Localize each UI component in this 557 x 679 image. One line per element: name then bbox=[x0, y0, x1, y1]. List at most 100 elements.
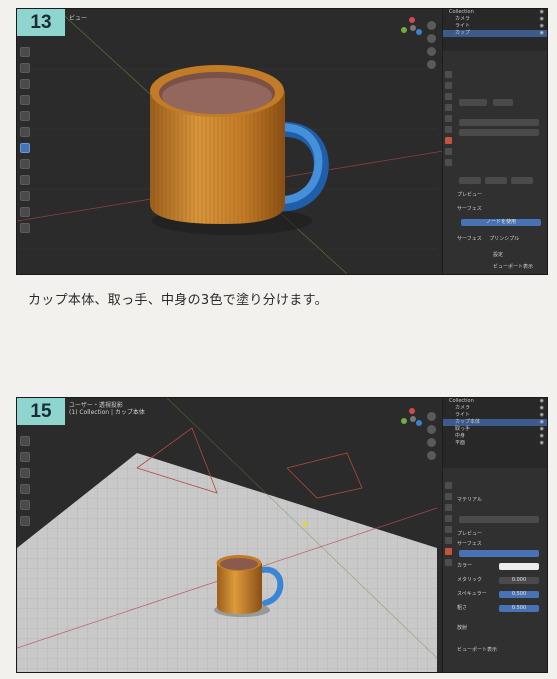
data-tab-icon[interactable] bbox=[445, 159, 452, 166]
origin-point bbox=[302, 521, 308, 527]
tool-shelf bbox=[20, 436, 32, 526]
outliner-row[interactable]: カメラ ◉ bbox=[443, 16, 547, 23]
surface-principled-row: サーフェス プリンシプル bbox=[457, 235, 543, 243]
measure-icon[interactable] bbox=[20, 516, 30, 526]
specular-value[interactable]: 0.500 bbox=[499, 591, 539, 598]
texture-tab-icon[interactable] bbox=[445, 148, 452, 155]
perspective-toggle-icon[interactable] bbox=[427, 60, 436, 69]
inset-icon[interactable] bbox=[20, 191, 30, 201]
output-tab-icon[interactable] bbox=[445, 93, 452, 100]
roughness-value[interactable]: 0.500 bbox=[499, 605, 539, 612]
output-tab-icon[interactable] bbox=[445, 504, 452, 511]
material-list[interactable] bbox=[459, 129, 539, 136]
viewport-display-label[interactable]: ビューポート表示 bbox=[493, 263, 543, 271]
viewport-header-label: ユーザー・透視投影 bbox=[69, 402, 123, 409]
loop-cut-icon[interactable] bbox=[20, 223, 30, 233]
viewport-header-sublabel: (1) Collection | カップ本体 bbox=[69, 409, 145, 416]
surface-shader-field[interactable] bbox=[459, 550, 539, 557]
move-icon[interactable] bbox=[20, 436, 30, 446]
hand-icon[interactable] bbox=[427, 425, 436, 434]
outliner-row[interactable]: 取っ手 ◉ bbox=[443, 426, 547, 433]
move-icon[interactable] bbox=[20, 47, 30, 57]
bevel-icon[interactable] bbox=[20, 207, 30, 217]
tool-tab-icon[interactable] bbox=[445, 482, 452, 489]
annotate-icon[interactable] bbox=[20, 111, 30, 121]
outliner-row[interactable]: カメラ ◉ bbox=[443, 405, 547, 412]
modifier-tab-icon[interactable] bbox=[445, 126, 452, 133]
render-tab-icon[interactable] bbox=[445, 493, 452, 500]
render-tab-icon[interactable] bbox=[445, 82, 452, 89]
outliner-row[interactable]: 平面 ◉ bbox=[443, 440, 547, 447]
slot-button[interactable] bbox=[511, 177, 533, 184]
outliner-row[interactable]: ライト ◉ bbox=[443, 23, 547, 30]
color-swatch[interactable] bbox=[499, 563, 539, 570]
settings-label[interactable]: 設定 bbox=[493, 251, 543, 259]
cursor-icon[interactable] bbox=[20, 95, 30, 105]
navigation-gizmo-icon[interactable] bbox=[401, 17, 423, 39]
cursor-icon[interactable] bbox=[20, 484, 30, 494]
properties-tabs bbox=[445, 71, 453, 166]
blender-screenshot-step-15: 15 ユーザー・透視投影 (1) Collection | カップ本体 Coll… bbox=[17, 398, 547, 672]
outliner-row-selected[interactable]: カップ本体 ◉ bbox=[443, 419, 547, 426]
material-slot[interactable] bbox=[459, 99, 487, 106]
outliner-row-selected[interactable]: カップ ◉ bbox=[443, 30, 547, 37]
tool-tab-icon[interactable] bbox=[445, 71, 452, 78]
material-list[interactable] bbox=[459, 119, 539, 126]
slot-button[interactable] bbox=[485, 177, 507, 184]
specular-label: スペキュラー bbox=[457, 591, 487, 597]
surface-label[interactable]: サーフェス bbox=[457, 205, 543, 213]
material-slot[interactable] bbox=[493, 99, 513, 106]
principled-field[interactable]: プリンシプル bbox=[489, 236, 519, 242]
scene-tab-icon[interactable] bbox=[445, 515, 452, 522]
transform-icon[interactable] bbox=[20, 159, 30, 169]
roughness-label: 粗さ bbox=[457, 605, 468, 611]
step-number-badge: 15 bbox=[17, 398, 65, 425]
use-nodes-button[interactable]: ノードを使用 bbox=[461, 219, 541, 226]
outliner: Collection ◉ カメラ ◉ ライト ◉ カップ本体 ◉ 取っ手 ◉ 中身 ◉ 平面… bbox=[443, 398, 547, 468]
rotate-icon[interactable] bbox=[20, 63, 30, 73]
metallic-value[interactable]: 0.000 bbox=[499, 577, 539, 584]
scene-tab-icon[interactable] bbox=[445, 104, 452, 111]
outliner-row[interactable]: ライト ◉ bbox=[443, 412, 547, 419]
viewport-nav-tools bbox=[427, 412, 437, 460]
scale-icon[interactable] bbox=[20, 468, 30, 478]
outliner-row[interactable]: Collection ◉ bbox=[443, 9, 547, 16]
surface-label[interactable]: サーフェス bbox=[457, 540, 543, 548]
camera-icon[interactable] bbox=[427, 47, 436, 56]
select-box-icon[interactable] bbox=[20, 143, 30, 153]
navigation-gizmo-icon[interactable] bbox=[401, 408, 423, 430]
outliner-row[interactable]: Collection ◉ bbox=[443, 398, 547, 405]
camera-icon[interactable] bbox=[427, 438, 436, 447]
step-caption: カップ本体、取っ手、中身の3色で塗り分けます。 bbox=[28, 293, 328, 308]
preview-label[interactable]: プレビュー bbox=[457, 530, 543, 538]
object-tab-icon[interactable] bbox=[445, 115, 452, 122]
color-label: カラー bbox=[457, 563, 473, 569]
preview-label[interactable]: プレビュー bbox=[457, 191, 543, 199]
perspective-toggle-icon[interactable] bbox=[427, 451, 436, 460]
blender-screenshot-step-13: 13 ビュー Collection ◉ カメラ ◉ ライト ◉ カップ ◉ プレ… bbox=[17, 9, 547, 274]
material-tab-icon[interactable] bbox=[445, 137, 452, 144]
emission-label[interactable]: 放射 bbox=[457, 624, 543, 632]
cup-contents bbox=[162, 78, 272, 114]
slot-button[interactable] bbox=[459, 177, 481, 184]
hand-icon[interactable] bbox=[427, 34, 436, 43]
outliner: Collection ◉ カメラ ◉ ライト ◉ カップ ◉ bbox=[443, 9, 547, 51]
zoom-icon[interactable] bbox=[427, 21, 436, 30]
extrude-icon[interactable] bbox=[20, 175, 30, 185]
material-name-label[interactable]: マテリアル bbox=[457, 496, 543, 504]
viewport-nav-tools bbox=[427, 21, 437, 69]
viewport-display-label[interactable]: ビューポート表示 bbox=[457, 646, 543, 654]
outliner-row[interactable]: 中身 ◉ bbox=[443, 433, 547, 440]
metallic-label: メタリック bbox=[457, 577, 483, 583]
material-tab-icon[interactable] bbox=[445, 548, 452, 555]
zoom-icon[interactable] bbox=[427, 412, 436, 421]
cup-contents bbox=[220, 558, 258, 570]
modifier-tab-icon[interactable] bbox=[445, 537, 452, 544]
rotate-icon[interactable] bbox=[20, 452, 30, 462]
scale-icon[interactable] bbox=[20, 79, 30, 89]
object-tab-icon[interactable] bbox=[445, 526, 452, 533]
texture-tab-icon[interactable] bbox=[445, 559, 452, 566]
measure-icon[interactable] bbox=[20, 127, 30, 137]
annotate-icon[interactable] bbox=[20, 500, 30, 510]
material-selector[interactable] bbox=[459, 516, 539, 523]
